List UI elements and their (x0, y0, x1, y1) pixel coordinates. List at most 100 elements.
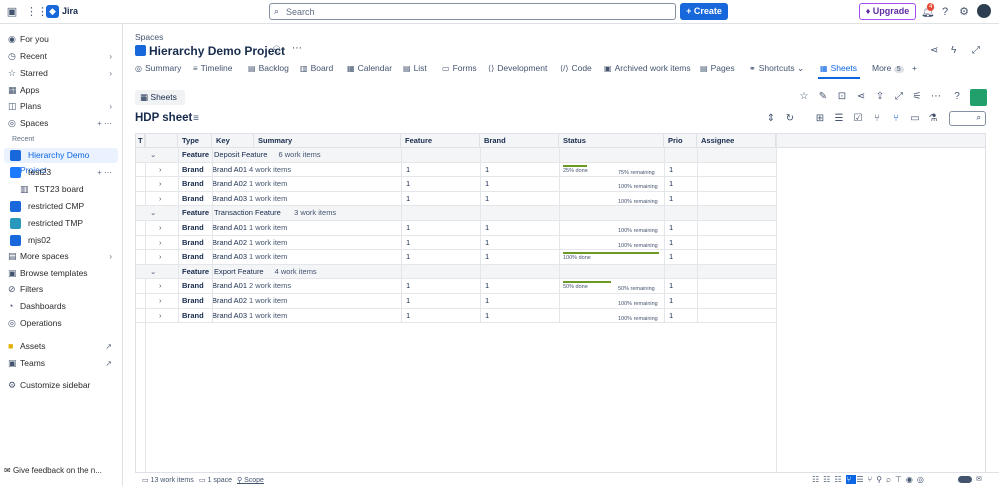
table-row[interactable]: › Brand Brand A02 1 work item 1 1 1 100% remain… (136, 177, 776, 192)
chevron-right-icon[interactable]: › (159, 192, 162, 206)
sidebar-item-assets[interactable]: ■ Assets ↗ (4, 339, 118, 354)
app-name[interactable]: Jira (62, 6, 78, 16)
list-view-icon[interactable]: ☰ (833, 113, 845, 124)
refresh-icon[interactable]: ↻ (784, 113, 796, 124)
chevron-right-icon[interactable]: › (159, 177, 162, 191)
sheets-button[interactable]: ▦ Sheets (135, 90, 185, 105)
column-header-key[interactable]: Key (212, 134, 254, 148)
sidebar-space-restricted-tmp[interactable]: restricted TMP (4, 216, 118, 231)
tab-timeline[interactable]: ≡ Timeline (193, 63, 232, 73)
breadcrumb[interactable]: Spaces (135, 32, 163, 42)
more-actions-icon[interactable]: ⋯ (930, 91, 942, 102)
group-row[interactable]: ⌄ Feature Deposit Feature 6 work items (136, 148, 776, 163)
checklist-icon[interactable]: ☑ (852, 113, 864, 124)
tab-summary[interactable]: ◎ Summary (135, 63, 181, 73)
tab-code[interactable]: ⟨/⟩ Code (560, 63, 592, 73)
group-row[interactable]: ⌄ Feature Export Feature 4 work items (136, 264, 776, 280)
sidebar-item-apps[interactable]: ▦ Apps (4, 83, 118, 98)
tab-development[interactable]: ⟨⟩ Development (488, 63, 547, 73)
sidebar-space-test23[interactable]: test23 + ⋯ (4, 165, 118, 180)
chevron-right-icon[interactable]: › (159, 221, 162, 235)
chevron-right-icon[interactable]: › (159, 236, 162, 250)
add-tab-button[interactable]: + (912, 63, 917, 73)
column-header-summary[interactable]: Summary (254, 134, 401, 148)
tab-calendar[interactable]: ▦ Calendar (347, 63, 392, 73)
sidebar-item-starred[interactable]: ☆ Starred › (4, 66, 118, 81)
scope-link[interactable]: ⚲ Scope (237, 476, 264, 484)
table-row[interactable]: › Brand Brand A01 2 work items 1 1 1 50% done 50… (136, 279, 776, 294)
tab-archived[interactable]: ▣ Archived work items (604, 63, 691, 73)
sidebar-item-dashboards[interactable]: ◔ Dashboards (4, 299, 118, 314)
sidebar-item-plans[interactable]: ◫ Plans › (4, 99, 118, 114)
table-row[interactable]: › Brand Brand A02 1 work item 1 1 1 100% remain… (136, 235, 776, 251)
sidebar-item-operations[interactable]: ◎ Operations (4, 316, 118, 331)
help-icon[interactable]: ? (951, 91, 963, 102)
more-icon[interactable]: + ⋯ (97, 165, 112, 180)
chevron-down-icon[interactable]: ⌄ (150, 148, 156, 162)
group-row[interactable]: ⌄ Feature Transaction Feature 3 work items (136, 206, 776, 221)
column-header-prio[interactable]: Prio (664, 134, 697, 148)
table-row[interactable]: › Brand Brand A01 1 work item 1 1 1 100% remain… (136, 221, 776, 236)
star-icon[interactable]: ☆ (798, 91, 810, 102)
sidebar-item-customize[interactable]: ⚙ Customize sidebar (4, 378, 118, 393)
give-feedback-link[interactable]: ✉ Give feedback on the n... (4, 466, 102, 475)
column-header-brand[interactable]: Brand (480, 134, 559, 148)
group-active-icon[interactable]: ⑂ (845, 475, 857, 484)
paint-icon[interactable]: ⚗ (927, 113, 939, 124)
chevron-right-icon[interactable]: › (159, 250, 162, 264)
table-row[interactable]: › Brand Brand A03 1 work item 1 1 1 100% remain… (136, 308, 776, 324)
sheets-app-icon[interactable] (970, 89, 987, 106)
tab-board[interactable]: ▥ Board (300, 63, 333, 73)
sidebar-space-hierarchy-demo[interactable]: Hierarchy Demo Project (4, 148, 118, 175)
more-icon[interactable]: + ⋯ (97, 116, 112, 131)
table-row[interactable]: › Brand Brand A03 1 work item 1 1 1 100% remain… (136, 191, 776, 207)
group-by-icon[interactable]: ⑂ (890, 113, 902, 124)
column-header-t[interactable]: T (136, 134, 145, 148)
sheet-search-input[interactable]: ⌕ (949, 111, 986, 126)
settings-sliders-icon[interactable]: ⚟ (911, 91, 923, 102)
sidebar-item-more-spaces[interactable]: ▤ More spaces › (4, 249, 118, 264)
chevron-down-icon[interactable]: ⌄ (150, 265, 156, 279)
toggle-switch[interactable] (958, 476, 972, 483)
jira-logo-icon[interactable]: ◆ (46, 5, 59, 18)
table-icon[interactable]: ▭ (909, 113, 921, 124)
chevron-right-icon[interactable]: › (159, 279, 162, 293)
automation-icon[interactable]: ϟ (951, 45, 956, 56)
column-header-feature[interactable]: Feature (401, 134, 480, 148)
more-actions-icon[interactable]: ⋯ (292, 43, 302, 54)
column-header-type[interactable]: Type (178, 134, 212, 148)
table-row[interactable]: › Brand Brand A03 1 work item 1 1 1 100% done (136, 250, 776, 265)
search-input[interactable]: ⌕ Search (269, 3, 676, 20)
settings-gear-icon[interactable]: ⚙ (958, 6, 970, 18)
sidebar-item-recent[interactable]: ◷ Recent › (4, 49, 118, 64)
export-icon[interactable]: ⇪ (874, 91, 886, 102)
chevron-right-icon[interactable]: › (159, 294, 162, 308)
create-button[interactable]: + Create (680, 3, 728, 20)
app-switcher-icon[interactable]: ⋮⋮ (26, 6, 48, 18)
fullscreen-icon[interactable]: ⤢ (893, 91, 905, 102)
table-row[interactable]: › Brand Brand A01 4 work items 1 1 1 25% done 75… (136, 162, 776, 178)
share-icon[interactable]: ⋖ (855, 91, 867, 102)
chevron-right-icon[interactable]: › (159, 163, 162, 177)
sidebar-toggle-icon[interactable]: ▣ (6, 6, 18, 18)
sheet-menu-icon[interactable]: ≡ (190, 113, 202, 124)
team-icon[interactable]: ⚇ (272, 45, 281, 56)
column-header-assignee[interactable]: Assignee (697, 134, 776, 148)
edit-icon[interactable]: ✎ (817, 91, 829, 102)
user-avatar[interactable] (977, 4, 991, 18)
fullscreen-icon[interactable]: ⤢ (972, 45, 980, 56)
sidebar-item-browse-templates[interactable]: ▣ Browse templates (4, 266, 118, 281)
tab-list[interactable]: ▤ List (403, 63, 427, 73)
tab-sheets[interactable]: ▦ Sheets (820, 63, 857, 73)
share-icon[interactable]: ⋖ (930, 45, 938, 56)
column-header-status[interactable]: Status (559, 134, 664, 148)
sidebar-space-mjs02[interactable]: mjs02 (4, 233, 118, 248)
hierarchy-icon[interactable]: ⑂ (871, 113, 883, 124)
structure-icon[interactable]: ⊞ (814, 113, 826, 124)
lock-icon[interactable]: ⊡ (836, 91, 848, 102)
sidebar-space-restricted-cmp[interactable]: restricted CMP (4, 199, 118, 214)
collapse-icon[interactable]: ⇕ (765, 113, 777, 124)
tab-more[interactable]: More 5 (872, 63, 904, 73)
sidebar-item-spaces[interactable]: ◎ Spaces + ⋯ (4, 116, 118, 131)
sidebar-board-tst23[interactable]: ▥ TST23 board (4, 182, 118, 197)
